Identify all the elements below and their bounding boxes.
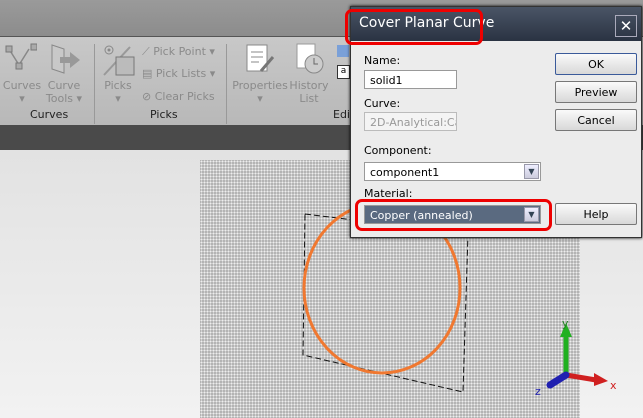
help-button[interactable]: Help <box>555 203 637 225</box>
properties-icon <box>246 44 275 72</box>
clear-picks-icon: ⊘ <box>142 90 152 103</box>
curves-icon <box>5 43 37 70</box>
cancel-button[interactable]: Cancel <box>555 109 637 131</box>
name-input[interactable]: solid1 <box>364 70 457 89</box>
curves-button[interactable]: Curves ▾ <box>2 79 42 105</box>
calculator-icon[interactable] <box>337 45 349 57</box>
divider <box>226 44 227 124</box>
history-list-icon <box>296 43 324 74</box>
pick-lists-label: Pick Lists <box>155 67 207 80</box>
pick-lists-icon: ▤ <box>142 67 153 80</box>
pick-lists-button[interactable]: ▤ Pick Lists ▾ <box>142 67 215 80</box>
close-button[interactable]: ✕ <box>615 15 637 37</box>
group-picks: Picks <box>150 108 178 121</box>
annotation-icon[interactable]: a <box>337 65 350 79</box>
curve-tools-label: Curve Tools <box>45 79 81 105</box>
pick-point-icon: ⟋ <box>142 45 150 58</box>
pick-point-button[interactable]: ⟋ Pick Point ▾ <box>142 45 215 58</box>
component-value: component1 <box>370 166 440 179</box>
material-highlight <box>355 199 552 231</box>
divider <box>94 44 95 124</box>
curve-label: Curve: <box>364 97 401 110</box>
title-highlight <box>345 9 483 45</box>
picks-label: Picks <box>104 79 132 92</box>
history-list-button[interactable]: History List <box>289 79 329 105</box>
curve-tools-icon <box>51 44 80 74</box>
clear-picks-label: Clear Picks <box>154 90 215 103</box>
axis-z-label: z <box>535 385 541 395</box>
axes-triad-icon: y x z <box>535 317 617 395</box>
ok-button[interactable]: OK <box>555 53 637 75</box>
preview-button[interactable]: Preview <box>555 81 637 103</box>
picks-icon <box>103 45 135 76</box>
group-curves: Curves <box>30 108 69 121</box>
curves-label: Curves <box>2 79 42 92</box>
pick-point-label: Pick Point <box>153 45 206 58</box>
axis-y-label: y <box>562 317 569 330</box>
clear-picks-button[interactable]: ⊘ Clear Picks <box>142 90 215 103</box>
curve-input: 2D-Analytical:Car <box>364 112 457 131</box>
properties-button[interactable]: Properties ▾ <box>232 79 288 105</box>
properties-label: Properties <box>232 79 288 92</box>
picks-button[interactable]: Picks ▾ <box>98 79 138 105</box>
axis-x-label: x <box>610 379 617 392</box>
cover-planar-curve-dialog: Cover Planar Curve ✕ Name: solid1 Curve:… <box>345 6 642 238</box>
curve-tools-button[interactable]: Curve Tools ▾ <box>44 79 84 105</box>
chevron-down-icon[interactable]: ▼ <box>524 164 539 179</box>
component-select[interactable]: component1 ▼ <box>364 162 541 181</box>
history-list-label: History List <box>289 79 329 105</box>
component-label: Component: <box>364 144 432 157</box>
name-label: Name: <box>364 54 401 67</box>
